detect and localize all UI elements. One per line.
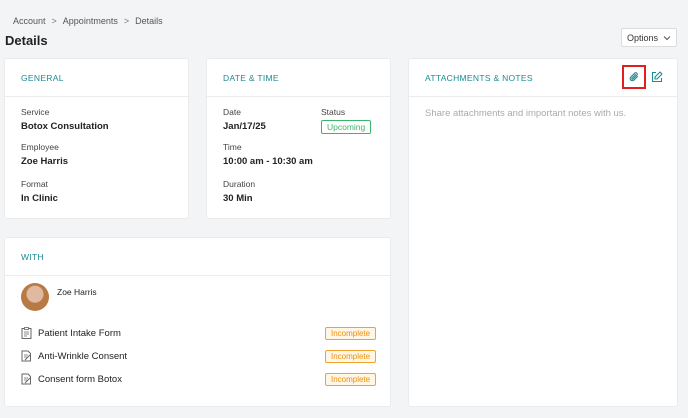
format-field: Format In Clinic [21, 179, 58, 204]
person-name: Zoe Harris [57, 287, 97, 297]
form-name: Patient Intake Form [38, 327, 121, 339]
edit-icon [651, 71, 663, 83]
date-label: Date [223, 107, 241, 117]
time-field: Time 10:00 am - 10:30 am [223, 142, 313, 167]
status-badge: Upcoming [321, 120, 372, 134]
date-field: Date Jan/17/25 [223, 107, 266, 132]
breadcrumb-appointments[interactable]: Appointments [63, 16, 118, 26]
employee-value: Zoe Harris [21, 156, 68, 167]
page-title: Details [5, 33, 48, 48]
breadcrumb-separator: > [51, 16, 57, 26]
status-field: Status Upcoming [321, 107, 372, 135]
paperclip-icon [629, 72, 638, 82]
clipboard-icon [21, 327, 32, 339]
options-button[interactable]: Options [621, 28, 677, 47]
with-title: WITH [5, 238, 390, 276]
form-name: Anti-Wrinkle Consent [38, 350, 128, 362]
notes-placeholder: Share attachments and important notes wi… [425, 108, 627, 119]
chevron-down-icon [663, 35, 671, 40]
form-row-consent-botox[interactable]: Consent form Botox [21, 373, 122, 385]
breadcrumb-account[interactable]: Account [13, 16, 46, 26]
options-label: Options [626, 32, 659, 43]
attachments-card: ATTACHMENTS & NOTES Share attachments an… [409, 59, 677, 406]
breadcrumb-details: Details [135, 16, 163, 26]
form-row-intake[interactable]: Patient Intake Form [21, 327, 121, 339]
edit-note-button[interactable] [649, 69, 665, 85]
format-label: Format [21, 179, 48, 189]
time-label: Time [223, 142, 242, 152]
with-card: WITH Zoe Harris Patient Intake Form Inco… [5, 238, 390, 406]
time-value: 10:00 am - 10:30 am [223, 156, 313, 167]
form-status-badge: Incomplete [325, 350, 377, 363]
duration-label: Duration [223, 179, 256, 189]
general-card: GENERAL Service Botox Consultation Emplo… [5, 59, 188, 218]
signed-document-icon [21, 350, 31, 362]
date-time-card: DATE & TIME Date Jan/17/25 Status Upcomi… [207, 59, 390, 218]
status-label: Status [321, 107, 346, 117]
service-label: Service [21, 107, 50, 117]
general-title: GENERAL [5, 59, 188, 97]
duration-value: 30 Min [223, 193, 253, 204]
form-name: Consent form Botox [38, 373, 122, 385]
service-value: Botox Consultation [21, 121, 109, 132]
form-status-badge: Incomplete [325, 373, 377, 386]
attach-button[interactable] [622, 65, 646, 89]
date-time-title: DATE & TIME [207, 59, 390, 97]
employee-field: Employee Zoe Harris [21, 142, 68, 167]
breadcrumb: Account > Appointments > Details [13, 16, 163, 26]
form-status-badge: Incomplete [325, 327, 377, 340]
duration-field: Duration 30 Min [223, 179, 255, 204]
date-value: Jan/17/25 [223, 121, 266, 132]
format-value: In Clinic [21, 193, 58, 204]
employee-label: Employee [21, 142, 59, 152]
avatar [21, 283, 49, 311]
form-row-anti-wrinkle[interactable]: Anti-Wrinkle Consent [21, 350, 127, 362]
signed-document-icon [21, 373, 31, 385]
breadcrumb-separator: > [123, 16, 130, 26]
service-field: Service Botox Consultation [21, 107, 109, 132]
